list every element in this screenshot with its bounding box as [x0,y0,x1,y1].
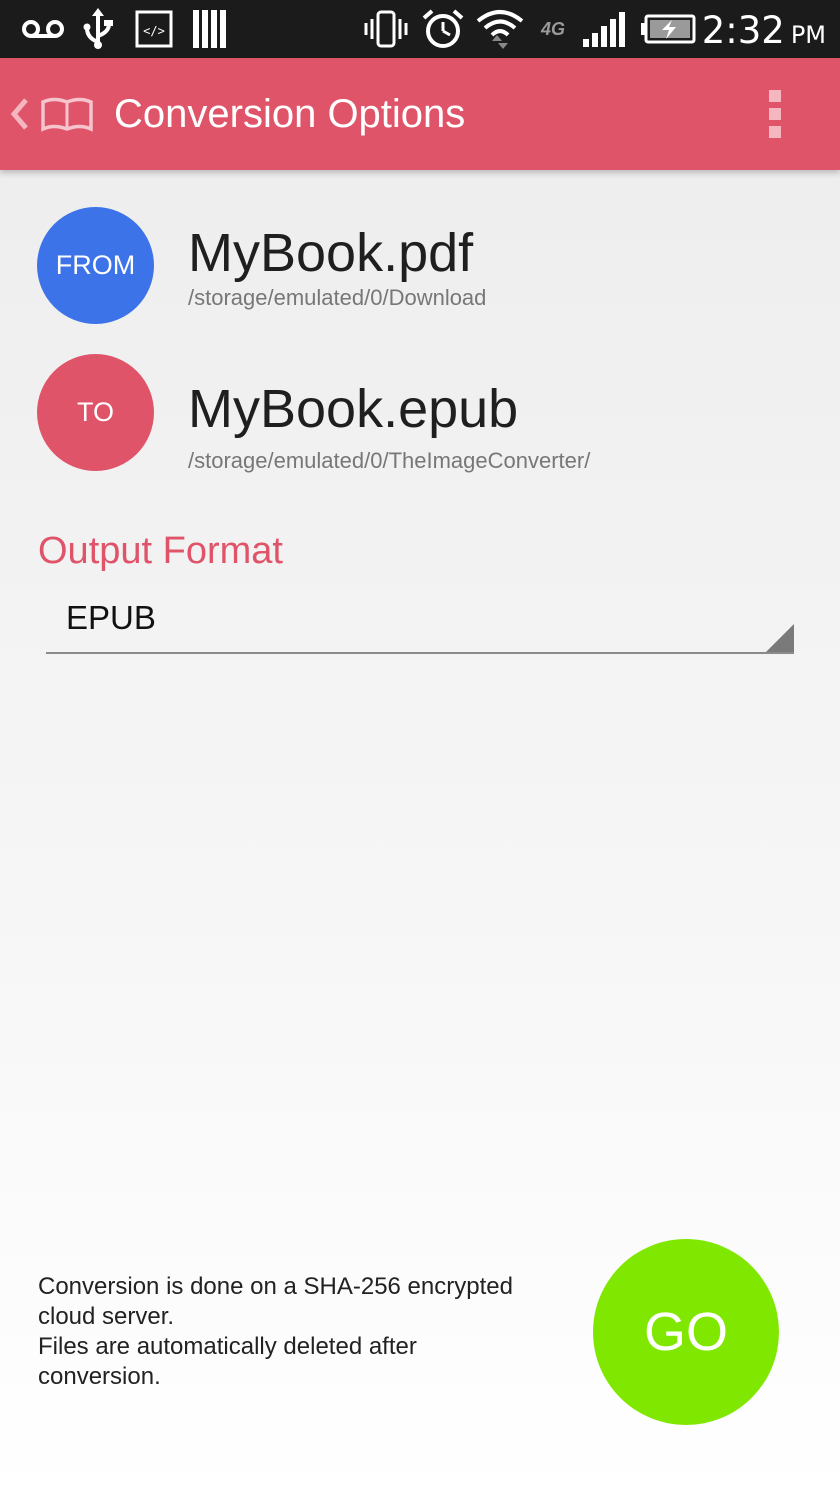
usb-icon [80,8,116,50]
source-file-path: /storage/emulated/0/Download [188,285,487,310]
output-format-dropdown[interactable]: EPUB [46,592,794,654]
code-icon: </> [134,8,174,50]
overflow-menu-icon[interactable] [758,86,792,142]
clock: 2:32 PM [702,8,826,52]
app-bar: Conversion Options [0,58,840,170]
vibrate-icon [362,8,410,50]
clock-ampm: PM [790,21,826,49]
note-line: conversion. [38,1363,161,1390]
conversion-note: Conversion is done on a SHA-256 encrypte… [38,1272,578,1392]
back-chevron-icon[interactable] [6,94,32,134]
go-button[interactable]: GO [593,1239,779,1425]
alarm-icon [420,8,466,50]
note-line: Conversion is done on a SHA-256 encrypte… [38,1273,513,1300]
note-line: cloud server. [38,1303,175,1330]
from-badge: FROM [37,207,154,324]
network-4g-icon: 4G [530,8,576,50]
source-file-row[interactable]: FROM MyBook.pdf /storage/emulated/0/Down… [0,207,840,327]
book-icon[interactable] [40,96,94,134]
output-format-label: Output Format [38,530,283,572]
clock-time: 2:32 [701,9,785,52]
note-line: Files are automatically deleted after [38,1333,417,1360]
to-badge: TO [37,354,154,471]
output-format-value: EPUB [66,599,156,636]
target-file-path: /storage/emulated/0/TheImageConverter/ [188,448,591,473]
network-4g-label: 4G [540,18,565,39]
target-file-row[interactable]: TO MyBook.epub /storage/emulated/0/TheIm… [0,354,840,474]
source-file-name: MyBook.pdf [188,223,474,283]
wifi-icon [474,8,526,50]
battery-charging-icon [640,8,696,50]
svg-text:</>: </> [143,24,165,38]
signal-icon [580,8,628,50]
page-title: Conversion Options [114,92,466,136]
target-file-name: MyBook.epub [188,379,519,439]
voicemail-icon [20,8,66,50]
library-icon [190,8,230,50]
dropdown-arrow-icon [766,624,794,652]
status-bar: </> 4G 2:32 PM [0,0,840,58]
